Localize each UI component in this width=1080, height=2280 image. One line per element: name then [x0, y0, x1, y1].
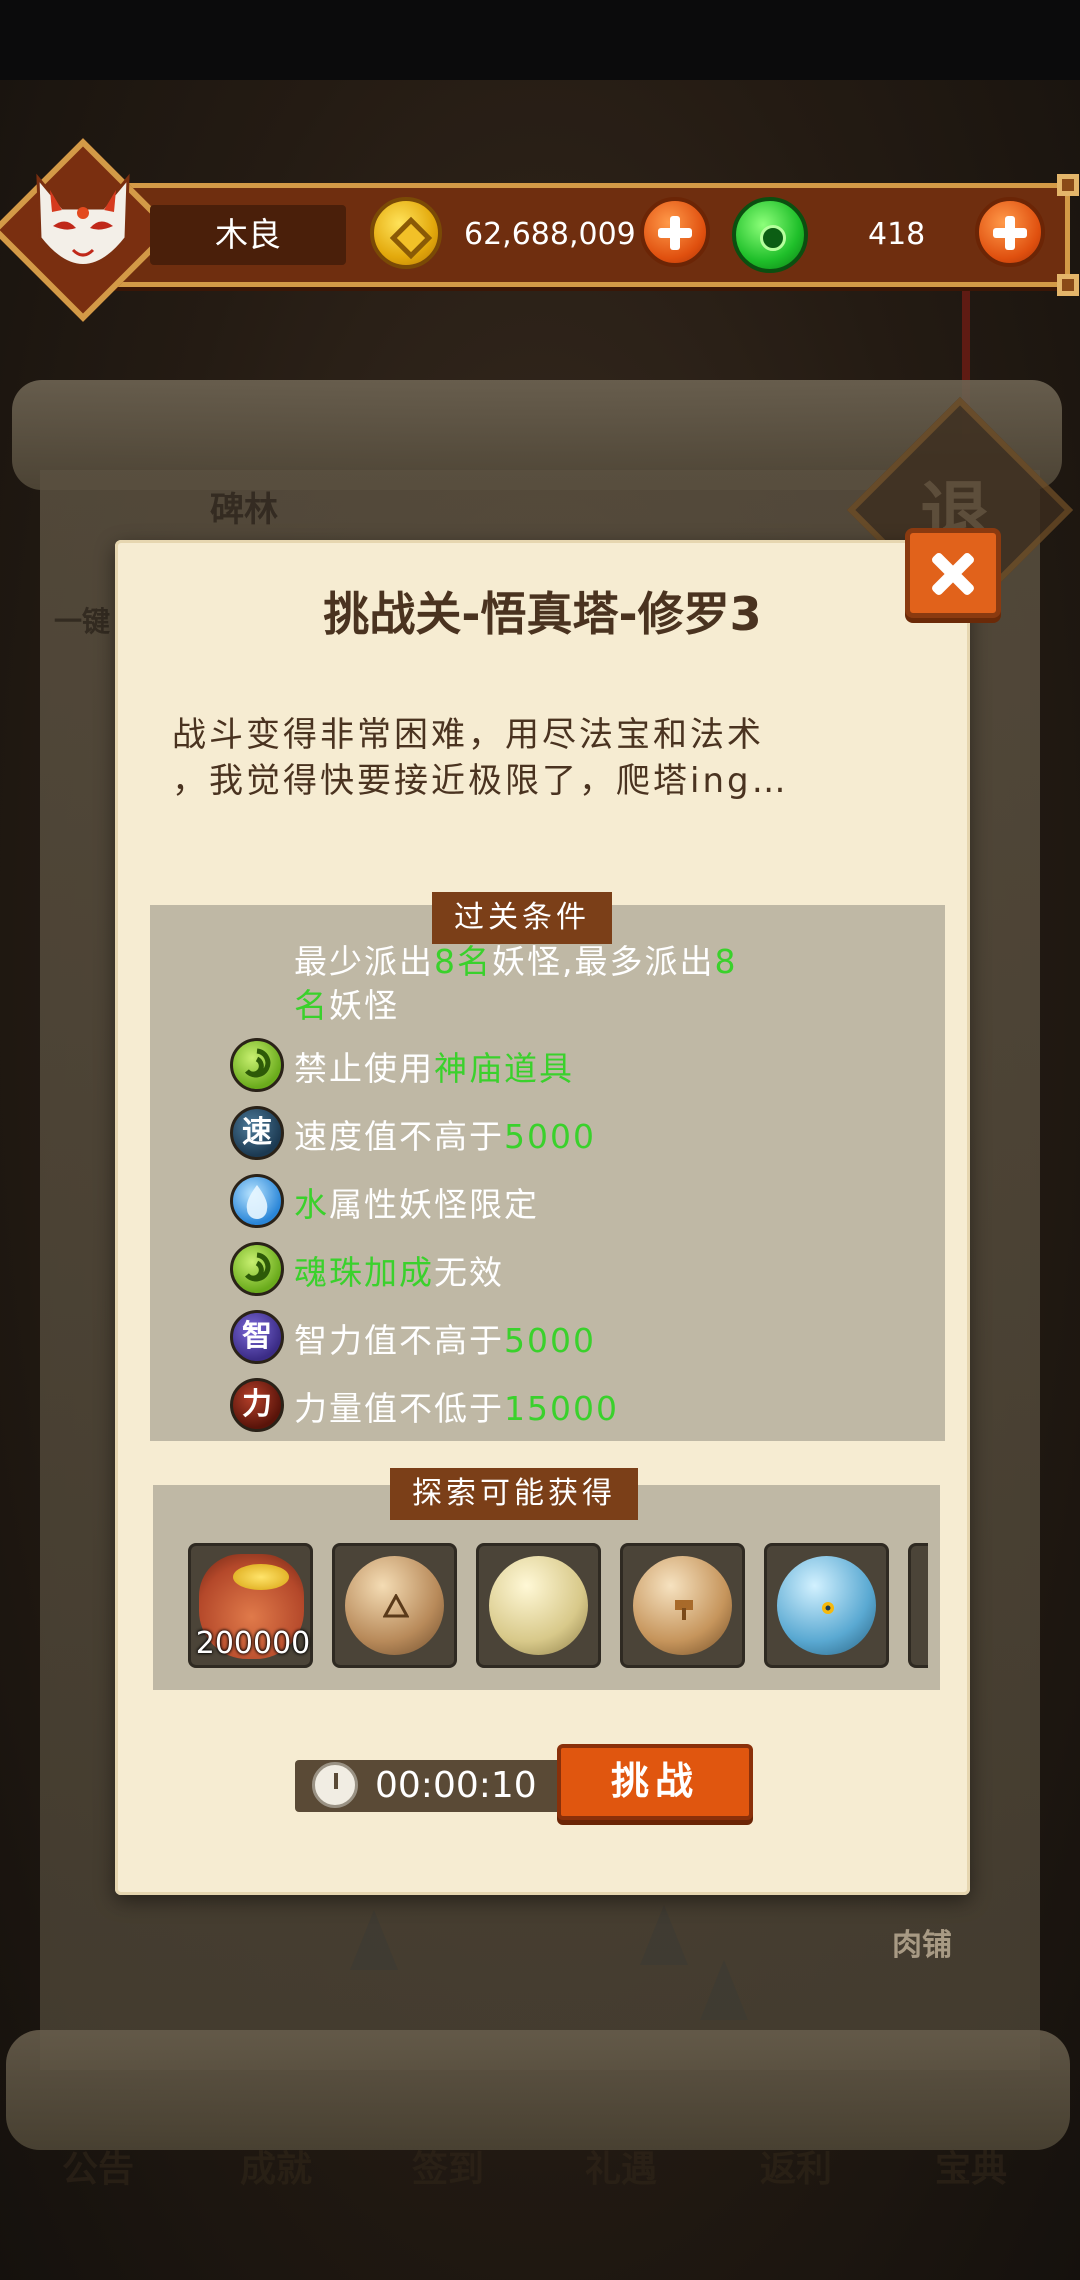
- condition-text: 属性妖怪限定: [329, 1185, 539, 1224]
- condition-value: 8名: [434, 942, 492, 981]
- nav-achievements[interactable]: 成就: [240, 2140, 312, 2192]
- dialog-description: 战斗变得非常困难，用尽法宝和法术 ，我觉得快要接近极限了，爬塔ing…: [172, 712, 932, 804]
- stopwatch-icon: [312, 1762, 358, 1808]
- tree-icon: [350, 1910, 398, 1970]
- rule-water-only: 水属性妖怪限定: [294, 1178, 539, 1226]
- green-swirl-icon: [230, 1242, 284, 1296]
- condition-text: 力量值不低于: [294, 1389, 504, 1428]
- reward-item[interactable]: [764, 1543, 889, 1668]
- condition-value: 神庙道具: [434, 1049, 574, 1088]
- bar-corner-ornament: [1057, 174, 1079, 196]
- intelligence-icon: 智: [230, 1310, 284, 1364]
- bar-corner-ornament: [1057, 274, 1079, 296]
- green-swirl-icon: [230, 1038, 284, 1092]
- rule-soul-bead-disabled: 魂珠加成无效: [294, 1246, 504, 1294]
- reward-item[interactable]: [332, 1543, 457, 1668]
- rule-intelligence-limit: 智力值不高于5000: [294, 1314, 596, 1362]
- description-line: ，我觉得快要接近极限了，爬塔ing…: [172, 761, 789, 801]
- description-line: 战斗变得非常困难，用尽法宝和法术: [172, 715, 764, 755]
- add-coins-button[interactable]: [640, 197, 710, 267]
- reward-item-partial[interactable]: [908, 1543, 928, 1668]
- deploy-condition: 最少派出8名妖怪,最多派出8 名妖怪: [294, 940, 854, 1028]
- rule-strength-minimum: 力量值不低于15000: [294, 1382, 619, 1430]
- rule-no-temple-items: 禁止使用神庙道具: [294, 1042, 574, 1090]
- scroll-bottom-roll: [6, 2030, 1070, 2150]
- condition-value: 名: [294, 986, 329, 1025]
- challenge-button[interactable]: 挑战: [557, 1744, 753, 1820]
- speed-icon: 速: [230, 1106, 284, 1160]
- cream-stone-icon: [489, 1556, 588, 1655]
- condition-text: 智力值不高于: [294, 1321, 504, 1360]
- water-drop-icon: [230, 1174, 284, 1228]
- game-screen: 退 碑林 一键 肉铺 公告 成就 签到 礼遇 返利 宝典 木良 62,688,0…: [0, 0, 1080, 2280]
- condition-value: 8: [714, 942, 738, 981]
- condition-text: 无效: [434, 1253, 504, 1292]
- condition-text: 妖怪: [329, 986, 399, 1025]
- condition-value: 5000: [504, 1117, 596, 1156]
- add-jade-button[interactable]: [975, 197, 1045, 267]
- fox-mask-avatar-icon[interactable]: [28, 168, 138, 288]
- nav-notice[interactable]: 公告: [62, 2140, 134, 2192]
- coin-amount: 62,688,009: [464, 217, 636, 252]
- rule-speed-limit: 速度值不高于5000: [294, 1110, 596, 1158]
- nav-checkin[interactable]: 签到: [412, 2140, 484, 2192]
- jade-amount: 418: [868, 217, 926, 252]
- reward-item[interactable]: [476, 1543, 601, 1668]
- wooden-sign-icon: [633, 1556, 732, 1655]
- condition-value: 5000: [504, 1321, 596, 1360]
- condition-text: 禁止使用: [294, 1049, 434, 1088]
- condition-value: 水: [294, 1185, 329, 1224]
- map-label-onekey: 一键: [54, 605, 111, 638]
- jade-icon: [732, 197, 808, 273]
- rewards-header: 探索可能获得: [390, 1468, 638, 1520]
- map-label-stele: 碑林: [210, 490, 278, 530]
- nav-gifts[interactable]: 礼遇: [585, 2140, 657, 2192]
- rock-rune-icon: [345, 1556, 444, 1655]
- blue-triangle-icon: [777, 1556, 876, 1655]
- reward-item[interactable]: [620, 1543, 745, 1668]
- condition-value: 15000: [504, 1389, 619, 1428]
- timer-text: 00:00:10: [375, 1765, 537, 1806]
- dialog-title: 挑战关-悟真塔-修罗3: [323, 587, 762, 641]
- player-name: 木良: [150, 205, 346, 265]
- map-label-shop: 肉铺: [892, 1928, 952, 1963]
- strength-icon: 力: [230, 1378, 284, 1432]
- condition-text: 速度值不高于: [294, 1117, 504, 1156]
- tree-icon: [700, 1960, 748, 2020]
- nav-rebate[interactable]: 返利: [760, 2140, 832, 2192]
- gold-coin-icon: [370, 197, 442, 269]
- conditions-header: 过关条件: [432, 892, 612, 944]
- condition-value: 魂珠加成: [294, 1253, 434, 1292]
- tree-icon: [640, 1905, 688, 1965]
- condition-text: 最少派出: [294, 942, 434, 981]
- reward-amount: 200000: [195, 1626, 311, 1661]
- condition-text: 妖怪,最多派出: [492, 942, 715, 981]
- reward-item[interactable]: 200000: [188, 1543, 313, 1668]
- nav-guide[interactable]: 宝典: [935, 2140, 1007, 2192]
